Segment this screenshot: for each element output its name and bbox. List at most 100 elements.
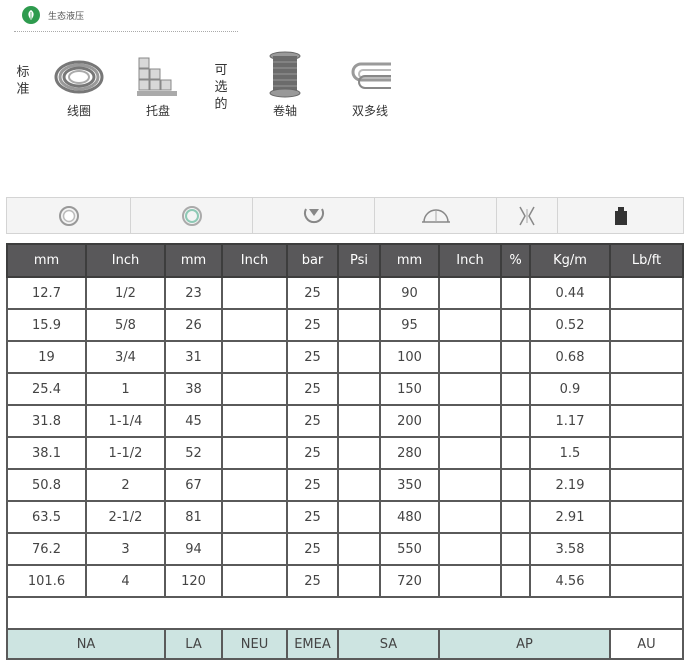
table-cell: 76.2 xyxy=(6,532,87,566)
table-cell xyxy=(609,276,684,310)
table-cell: 25 xyxy=(286,372,339,406)
table-cell: 38 xyxy=(164,372,223,406)
packaging-coil: 线圈 xyxy=(49,54,109,119)
table-cell xyxy=(221,468,288,502)
packaging-twin-line: 双多线 xyxy=(340,54,400,119)
table-cell xyxy=(438,372,502,406)
twin-line-label: 双多线 xyxy=(351,104,388,118)
table-cell: 720 xyxy=(379,564,440,598)
table-cell xyxy=(221,500,288,534)
table-cell: 25 xyxy=(286,308,339,342)
table-cell: 4 xyxy=(85,564,166,598)
table-cell xyxy=(221,372,288,406)
col-header: bar xyxy=(286,243,339,278)
table-cell xyxy=(500,340,531,374)
table-cell: 101.6 xyxy=(6,564,87,598)
table-cell xyxy=(438,276,502,310)
table-row: 63.5 2-1/2 81 25 480 2.91 xyxy=(6,500,684,534)
col-header: Lb/ft xyxy=(609,243,684,278)
table-cell: 3.58 xyxy=(529,532,611,566)
table-cell: 38.1 xyxy=(6,436,87,470)
table-cell: 5/8 xyxy=(85,308,166,342)
table-cell xyxy=(609,372,684,406)
spec-icon-strip xyxy=(6,197,684,234)
table-cell: 480 xyxy=(379,500,440,534)
table-cell: 95 xyxy=(379,308,440,342)
table-cell xyxy=(221,436,288,470)
table-cell: 3/4 xyxy=(85,340,166,374)
table-cell xyxy=(438,308,502,342)
table-cell: 0.68 xyxy=(529,340,611,374)
table-cell: 2.91 xyxy=(529,500,611,534)
table-cell: 31.8 xyxy=(6,404,87,438)
bend-radius-icon xyxy=(375,198,497,233)
working-pressure-icon xyxy=(253,198,375,233)
table-cell: 550 xyxy=(379,532,440,566)
table-cell: 350 xyxy=(379,468,440,502)
table-cell: 0.44 xyxy=(529,276,611,310)
table-cell xyxy=(500,532,531,566)
table-cell: 0.9 xyxy=(529,372,611,406)
region-sa: SA xyxy=(337,628,440,660)
col-header: mm xyxy=(6,243,87,278)
col-header: Psi xyxy=(337,243,381,278)
col-header: Inch xyxy=(85,243,166,278)
table-cell: 63.5 xyxy=(6,500,87,534)
inner-diameter-icon xyxy=(7,198,131,233)
table-cell xyxy=(438,404,502,438)
table-cell: 280 xyxy=(379,436,440,470)
table-cell xyxy=(438,564,502,598)
col-header: mm xyxy=(164,243,223,278)
table-cell: 200 xyxy=(379,404,440,438)
region-ap: AP xyxy=(438,628,611,660)
table-cell xyxy=(500,468,531,502)
table-cell: 50.8 xyxy=(6,468,87,502)
pallet-icon xyxy=(137,57,177,96)
packaging-pallet: 托盘 xyxy=(128,54,188,119)
table-cell: 100 xyxy=(379,340,440,374)
brand-name: 生态液压 xyxy=(48,11,85,22)
table-cell: 31 xyxy=(164,340,223,374)
table-cell xyxy=(221,340,288,374)
table-row: 31.8 1-1/4 45 25 200 1.17 xyxy=(6,404,684,438)
table-cell xyxy=(221,532,288,566)
table-cell: 0.52 xyxy=(529,308,611,342)
table-cell: 90 xyxy=(379,276,440,310)
coil-label: 线圈 xyxy=(66,104,91,118)
table-cell xyxy=(609,532,684,566)
col-header: % xyxy=(500,243,531,278)
table-cell: 45 xyxy=(164,404,223,438)
table-cell: 2.19 xyxy=(529,468,611,502)
table-cell: 81 xyxy=(164,500,223,534)
table-cell: 25 xyxy=(286,468,339,502)
table-cell xyxy=(609,500,684,534)
table-row: 15.9 5/8 26 25 95 0.52 xyxy=(6,308,684,342)
blank-row xyxy=(6,596,684,630)
brand: 生态液压 xyxy=(22,6,84,24)
twin-line-icon xyxy=(351,62,391,89)
table-cell: 25.4 xyxy=(6,372,87,406)
packaging-reel: 卷轴 xyxy=(255,50,315,119)
table-cell xyxy=(609,340,684,374)
region-na: NA xyxy=(6,628,166,660)
region-neu: NEU xyxy=(221,628,288,660)
region-au: AU xyxy=(609,628,684,660)
table-cell xyxy=(337,308,381,342)
optional-label: 可 选 的 xyxy=(214,63,228,112)
table-cell xyxy=(609,436,684,470)
table-cell xyxy=(221,564,288,598)
table-cell xyxy=(337,564,381,598)
outer-diameter-icon xyxy=(131,198,253,233)
table-cell xyxy=(438,468,502,502)
leaf-icon xyxy=(22,6,40,24)
table-cell xyxy=(609,404,684,438)
table-cell xyxy=(337,532,381,566)
table-cell xyxy=(221,308,288,342)
divider xyxy=(14,31,238,32)
table-cell: 1.17 xyxy=(529,404,611,438)
table-cell: 25 xyxy=(286,404,339,438)
table-cell xyxy=(500,436,531,470)
table-cell: 23 xyxy=(164,276,223,310)
table-cell: 94 xyxy=(164,532,223,566)
table-cell xyxy=(609,308,684,342)
